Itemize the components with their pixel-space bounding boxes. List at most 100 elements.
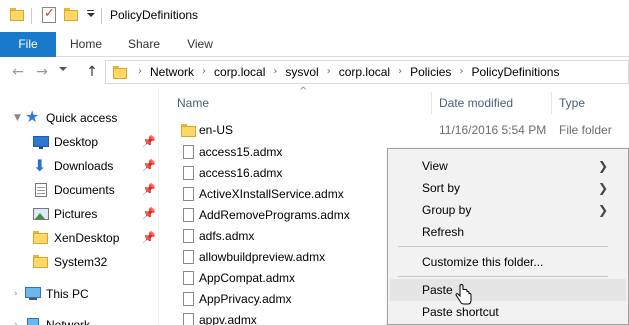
breadcrumb-item[interactable]: corp.local — [210, 61, 269, 83]
nav-label: Quick access — [46, 111, 118, 125]
nav-item-downloads[interactable]: ⬇ Downloads 📌 — [0, 155, 158, 177]
chevron-right-icon[interactable]: › — [134, 61, 146, 83]
chevron-down-icon[interactable]: ▼ — [14, 107, 21, 129]
chevron-right-icon[interactable]: › — [198, 61, 210, 83]
properties-icon[interactable]: ✓ — [42, 6, 56, 23]
file-name: allowbuildpreview.admx — [199, 250, 326, 264]
file-icon — [183, 145, 194, 159]
pin-icon[interactable]: 📌 — [142, 179, 156, 201]
chevron-right-icon[interactable]: › — [14, 314, 18, 325]
file-name: en-US — [199, 123, 234, 137]
file-icon — [183, 229, 194, 243]
chevron-right-icon[interactable]: › — [269, 61, 281, 83]
sort-ascending-icon: ^ — [299, 86, 308, 97]
pin-icon[interactable]: 📌 — [142, 203, 156, 225]
this-pc-icon — [25, 287, 41, 301]
nav-network[interactable]: › Network — [0, 314, 158, 325]
file-name: adfs.admx — [199, 229, 255, 243]
tab-view[interactable]: View — [175, 32, 225, 57]
recent-locations-dropdown[interactable] — [59, 67, 67, 71]
address-row: ← → ↑ › Network › corp.local › sysvol › … — [0, 57, 629, 87]
nav-quick-access[interactable]: ▼ ★ Quick access — [0, 107, 158, 129]
nav-item-pictures[interactable]: Pictures 📌 — [0, 203, 158, 225]
pin-icon[interactable]: 📌 — [142, 155, 156, 177]
folder-icon — [33, 231, 49, 245]
menu-separator — [398, 246, 608, 247]
chevron-right-icon: ❯ — [598, 181, 609, 195]
up-button[interactable]: ↑ — [83, 62, 101, 82]
file-icon — [183, 271, 194, 285]
file-row[interactable]: en-US 11/16/2016 5:54 PM File folder — [160, 120, 629, 141]
file-name: ActiveXInstallService.admx — [199, 187, 344, 201]
file-name: appv.admx — [199, 313, 257, 325]
menu-item-paste[interactable]: Paste — [390, 279, 626, 301]
menu-item-group-by[interactable]: Group by ❯ — [390, 199, 626, 221]
menu-item-label: Customize this folder... — [422, 255, 544, 269]
nav-this-pc[interactable]: › This PC — [0, 283, 158, 305]
chevron-right-icon[interactable]: › — [394, 61, 406, 83]
chevron-right-icon[interactable]: › — [14, 283, 18, 305]
file-type: File folder — [559, 123, 612, 137]
file-date: 11/16/2016 5:54 PM — [439, 123, 547, 137]
folder-icon — [33, 255, 49, 269]
nav-label: Downloads — [54, 159, 114, 173]
window-title: PolicyDefinitions — [110, 8, 199, 22]
menu-separator — [398, 276, 608, 277]
new-folder-icon[interactable] — [64, 8, 78, 22]
file-name: AddRemovePrograms.admx — [199, 208, 350, 222]
file-icon — [183, 208, 194, 222]
menu-item-sort-by[interactable]: Sort by ❯ — [390, 177, 626, 199]
context-menu: View ❯ Sort by ❯ Group by ❯ Refresh Cust… — [387, 148, 629, 325]
column-divider[interactable] — [431, 92, 432, 114]
menu-item-customize-folder[interactable]: Customize this folder... — [390, 251, 626, 273]
hand-cursor-icon — [455, 284, 472, 305]
column-header-name[interactable]: Name — [177, 96, 209, 110]
column-divider[interactable] — [551, 92, 552, 114]
forward-button[interactable]: → — [33, 62, 51, 82]
file-name: access16.admx — [199, 166, 283, 180]
column-header-type[interactable]: Type — [559, 96, 585, 110]
pin-icon[interactable]: 📌 — [142, 227, 156, 249]
customize-quick-access-dropdown[interactable] — [86, 7, 96, 21]
nav-pane-scrollbar[interactable] — [158, 87, 159, 325]
pin-icon[interactable]: 📌 — [142, 131, 156, 153]
tab-home[interactable]: Home — [60, 32, 112, 57]
menu-item-view[interactable]: View ❯ — [390, 155, 626, 177]
breadcrumb-item[interactable]: sysvol — [281, 61, 322, 83]
title-bar: ✓ PolicyDefinitions — [0, 0, 629, 32]
pictures-icon — [33, 207, 49, 221]
breadcrumb-item[interactable]: Network — [146, 61, 198, 83]
menu-item-paste-shortcut[interactable]: Paste shortcut — [390, 301, 626, 323]
nav-item-desktop[interactable]: Desktop 📌 — [0, 131, 158, 153]
breadcrumb-item[interactable]: corp.local — [335, 61, 394, 83]
folder-icon — [113, 66, 127, 79]
back-button[interactable]: ← — [9, 62, 27, 82]
nav-item-documents[interactable]: Documents 📌 — [0, 179, 158, 201]
chevron-right-icon[interactable]: › — [323, 61, 335, 83]
documents-icon — [33, 183, 49, 197]
chevron-right-icon[interactable]: › — [455, 61, 467, 83]
tab-file[interactable]: File — [0, 32, 56, 57]
breadcrumb: › Network › corp.local › sysvol › corp.l… — [134, 61, 563, 83]
nav-item-system32[interactable]: System32 — [0, 251, 158, 273]
nav-item-xendesktop[interactable]: XenDesktop 📌 — [0, 227, 158, 249]
nav-label: System32 — [54, 255, 108, 269]
network-icon — [25, 318, 41, 325]
divider — [31, 8, 32, 24]
address-bar[interactable]: › Network › corp.local › sysvol › corp.l… — [105, 60, 629, 84]
menu-item-label: Sort by — [422, 181, 461, 195]
nav-label: This PC — [46, 287, 89, 301]
file-icon — [183, 313, 194, 325]
folder-icon[interactable] — [10, 8, 24, 22]
quick-access-star-icon: ★ — [25, 107, 40, 126]
breadcrumb-item[interactable]: Policies — [406, 61, 455, 83]
downloads-icon: ⬇ — [33, 156, 47, 175]
menu-item-refresh[interactable]: Refresh — [390, 221, 626, 243]
file-name: access15.admx — [199, 145, 283, 159]
navigation-pane: ▼ ★ Quick access Desktop 📌 ⬇ Downloads 📌… — [0, 87, 158, 325]
nav-label: Desktop — [54, 135, 99, 149]
breadcrumb-item[interactable]: PolicyDefinitions — [467, 61, 563, 83]
column-header-date[interactable]: Date modified — [439, 96, 513, 110]
tab-share[interactable]: Share — [118, 32, 170, 57]
nav-label: Pictures — [54, 207, 98, 221]
